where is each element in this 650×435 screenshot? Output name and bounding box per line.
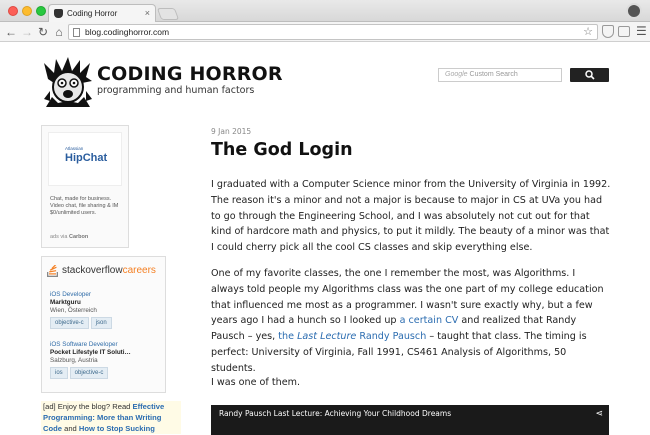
link-italic-text: Last Lecture	[297, 331, 357, 343]
hamburger-menu-icon[interactable]: ☰	[636, 24, 647, 38]
browser-toolbar: ← → ↻ ⌂ blog.codinghorror.com ☆ ☰	[0, 22, 650, 42]
link-text: Randy Pausch	[359, 331, 427, 343]
close-window-button[interactable]	[8, 6, 18, 16]
site-subtitle: programming and human factors	[97, 85, 255, 96]
post-date[interactable]: 9 Jan 2015	[211, 127, 611, 136]
book-ad-text: [ad] Enjoy the blog? Read Effective Prog…	[41, 401, 181, 434]
last-lecture-link[interactable]: the Last Lecture Randy Pausch	[278, 331, 426, 342]
job-tag[interactable]: objective-c	[69, 367, 109, 379]
job-location: Salzburg, Austria	[50, 357, 98, 364]
address-url: blog.codinghorror.com	[85, 27, 170, 37]
post-paragraph: I graduated with a Computer Science mino…	[211, 179, 611, 254]
hipchat-logo: HipChat	[65, 152, 108, 164]
carbon-ad-text[interactable]: Chat, made for business. Video chat, fil…	[50, 196, 124, 217]
ad-link-stop-sucking[interactable]: How to Stop Sucking	[79, 424, 155, 433]
stackoverflow-careers-logo[interactable]: stackoverflowcareers	[46, 261, 163, 281]
browser-titlebar: Coding Horror ×	[0, 0, 650, 22]
bookmark-star-icon[interactable]: ☆	[583, 25, 593, 39]
ad-middle: and	[64, 424, 77, 433]
zoom-window-button[interactable]	[36, 6, 46, 16]
blog-post: 9 Jan 2015 The God Login I graduated wit…	[211, 127, 611, 388]
job-title[interactable]: iOS Developer	[50, 291, 114, 299]
forward-arrow-icon[interactable]: →	[20, 24, 34, 40]
browser-tab[interactable]: Coding Horror ×	[48, 4, 156, 22]
google-brand-label: Google	[445, 71, 468, 78]
ad-prefix: [ad] Enjoy the blog? Read	[43, 402, 131, 411]
post-paragraph: I was one of them.	[211, 377, 300, 388]
job-tag[interactable]: objective-c	[50, 317, 89, 329]
coding-horror-favicon-icon	[54, 9, 63, 18]
tab-close-icon[interactable]: ×	[145, 5, 150, 22]
post-paragraph: One of my favorite classes, the one I re…	[211, 266, 611, 377]
job-listing[interactable]: iOS Software Developer Pocket Lifestyle …	[50, 341, 131, 379]
new-tab-button[interactable]	[156, 8, 180, 20]
stackoverflow-careers-widget: stackoverflowcareers iOS Developer Markt…	[41, 256, 166, 393]
embedded-video[interactable]: Randy Pausch Last Lecture: Achieving You…	[211, 405, 609, 435]
page-icon	[73, 28, 80, 37]
tab-title: Coding Horror	[67, 9, 118, 18]
search-input[interactable]: Google Custom Search	[438, 68, 562, 82]
extension-icon[interactable]	[618, 26, 630, 37]
job-location: Wien, Österreich	[50, 307, 97, 314]
hipchat-ad-image[interactable]: Atlassian HipChat	[48, 132, 122, 186]
search-placeholder: Custom Search	[469, 71, 518, 78]
post-title[interactable]: The God Login	[211, 140, 611, 160]
site-title[interactable]: CODING HORROR	[97, 63, 283, 85]
atlassian-label: Atlassian	[65, 146, 84, 151]
web-page: CODING HORROR programming and human fact…	[0, 43, 650, 435]
job-listing[interactable]: iOS Developer Marktguru Wien, Österreich…	[50, 291, 114, 329]
stackoverflow-icon	[47, 265, 58, 277]
certain-cv-link[interactable]: a certain CV	[400, 315, 459, 326]
profile-avatar-icon[interactable]	[626, 3, 642, 19]
minimize-window-button[interactable]	[22, 6, 32, 16]
job-tag[interactable]: json	[90, 317, 112, 329]
job-tag[interactable]: ios	[50, 367, 68, 379]
job-company: Marktguru	[50, 299, 81, 306]
carbon-ad[interactable]: Atlassian HipChat Chat, made for busines…	[41, 125, 129, 248]
so-logo-main: stackoverflow	[62, 265, 123, 276]
reload-icon[interactable]: ↻	[36, 24, 50, 40]
back-arrow-icon[interactable]: ←	[4, 24, 18, 40]
ads-via-prefix: ads via	[50, 234, 68, 240]
search-button[interactable]	[570, 68, 609, 82]
address-bar[interactable]: blog.codinghorror.com ☆	[68, 24, 598, 40]
video-title[interactable]: Randy Pausch Last Lecture: Achieving You…	[219, 409, 451, 418]
ads-via-name: Carbon	[68, 234, 89, 240]
link-text: the	[278, 331, 295, 343]
job-company: Pocket Lifestyle IT Soluti…	[50, 349, 131, 356]
ads-via-carbon[interactable]: ads via Carbon	[50, 234, 88, 240]
coding-horror-logo-icon[interactable]	[42, 57, 94, 109]
home-icon[interactable]: ⌂	[52, 24, 66, 40]
so-logo-careers: careers	[122, 265, 156, 276]
job-title[interactable]: iOS Software Developer	[50, 341, 131, 349]
shield-extension-icon[interactable]	[602, 25, 614, 38]
share-icon[interactable]: ⋖	[595, 408, 603, 419]
search-icon	[585, 70, 595, 80]
